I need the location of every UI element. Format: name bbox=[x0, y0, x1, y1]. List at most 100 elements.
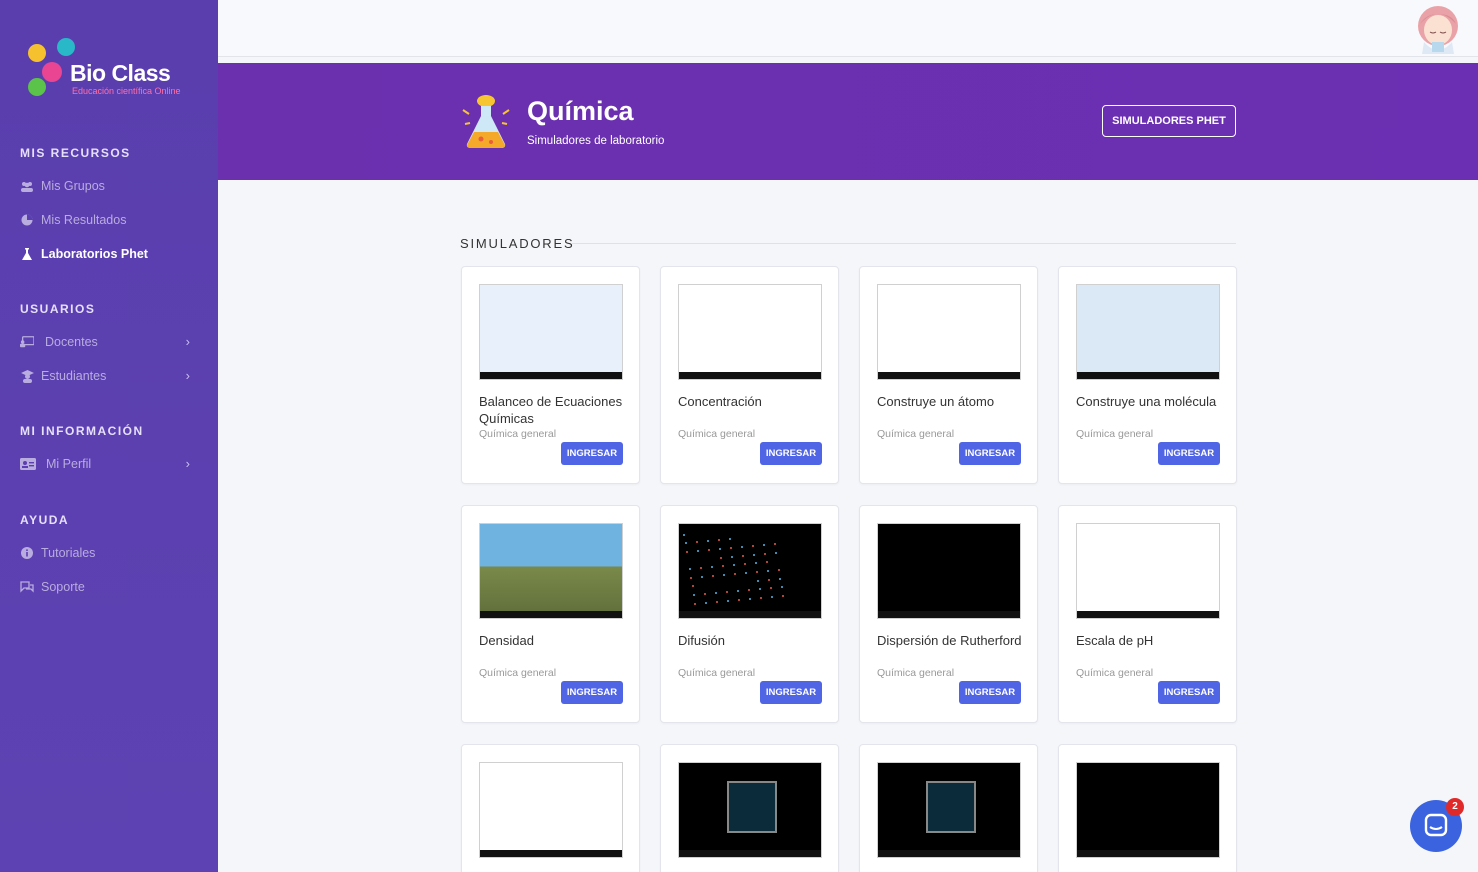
sidebar-item-mi-perfil[interactable]: Mi Perfil › bbox=[20, 453, 200, 475]
particle bbox=[696, 541, 698, 543]
particle bbox=[719, 548, 721, 550]
page-title: Química bbox=[527, 96, 634, 126]
simulator-thumbnail[interactable] bbox=[479, 284, 623, 380]
pie-chart-icon bbox=[20, 213, 34, 227]
simulator-card bbox=[1058, 744, 1237, 872]
thumbnail-toolbar bbox=[679, 372, 821, 379]
sidebar-item-label: Estudiantes bbox=[41, 369, 107, 383]
particle bbox=[683, 534, 685, 536]
section-divider bbox=[572, 243, 1236, 244]
simulator-thumbnail[interactable] bbox=[479, 523, 623, 619]
sidebar-item-estudiantes[interactable]: Estudiantes › bbox=[20, 365, 200, 387]
particle bbox=[779, 578, 781, 580]
simulator-thumbnail[interactable] bbox=[678, 284, 822, 380]
particle bbox=[756, 571, 758, 573]
particle bbox=[729, 538, 731, 540]
particle bbox=[693, 594, 695, 596]
ingresar-button[interactable]: INGRESAR bbox=[1158, 681, 1220, 704]
particle bbox=[768, 579, 770, 581]
particle bbox=[723, 574, 725, 576]
sidebar-item-soporte[interactable]: Soporte bbox=[20, 576, 200, 598]
particle bbox=[744, 563, 746, 565]
particle bbox=[738, 599, 740, 601]
particle bbox=[781, 586, 783, 588]
simulator-thumbnail[interactable] bbox=[877, 523, 1021, 619]
chat-unread-badge: 2 bbox=[1446, 798, 1464, 816]
simulator-title: Difusión bbox=[678, 633, 725, 648]
page-subtitle: Simuladores de laboratorio bbox=[527, 135, 665, 147]
ingresar-button[interactable]: INGRESAR bbox=[959, 442, 1021, 465]
particle bbox=[741, 546, 743, 548]
logo-dot-teal bbox=[57, 38, 75, 56]
simulator-card: Dispersión de Rutherford Química general I… bbox=[859, 505, 1038, 723]
sidebar-item-docentes[interactable]: Docentes › bbox=[20, 331, 200, 353]
thumbnail-toolbar bbox=[679, 611, 821, 618]
simulator-category: Química general bbox=[678, 428, 756, 440]
sidebar: Bio Class Educación científica Online MI… bbox=[0, 0, 218, 872]
ingresar-button[interactable]: INGRESAR bbox=[561, 442, 623, 465]
simulator-thumbnail[interactable] bbox=[1076, 762, 1220, 858]
simulator-title: Dispersión de Rutherford bbox=[877, 633, 1022, 648]
simulator-card bbox=[859, 744, 1038, 872]
container-vessel bbox=[926, 781, 976, 833]
simulator-thumbnail[interactable] bbox=[479, 762, 623, 858]
particle bbox=[753, 554, 755, 556]
simulator-card: Concentración Química general INGRESAR bbox=[660, 266, 839, 484]
simulator-category: Química general bbox=[479, 667, 557, 679]
section-mi-informacion: MI INFORMACIÓN bbox=[20, 424, 144, 438]
particle bbox=[690, 577, 692, 579]
particle bbox=[692, 585, 694, 587]
ingresar-button[interactable]: INGRESAR bbox=[959, 681, 1021, 704]
container-vessel bbox=[727, 781, 777, 833]
simulator-card: Difusión Química general INGRESAR bbox=[660, 505, 839, 723]
particle bbox=[700, 567, 702, 569]
simulator-title: Construye un átomo bbox=[877, 394, 995, 409]
particle bbox=[726, 591, 728, 593]
simulator-card: Escala de pH Química general INGRESAR bbox=[1058, 505, 1237, 723]
simulator-title: Concentración bbox=[678, 394, 762, 409]
simulator-thumbnail[interactable] bbox=[678, 762, 822, 858]
section-ayuda: AYUDA bbox=[20, 513, 70, 527]
thumbnail-toolbar bbox=[480, 372, 622, 379]
thumbnail-toolbar bbox=[1077, 611, 1219, 618]
simulator-title: Escala de pH bbox=[1076, 633, 1154, 648]
thumbnail-toolbar bbox=[1077, 372, 1219, 379]
ingresar-button[interactable]: INGRESAR bbox=[1158, 442, 1220, 465]
sidebar-item-label: Docentes bbox=[45, 335, 98, 349]
chalkboard-icon bbox=[20, 335, 34, 349]
particle bbox=[770, 587, 772, 589]
simulator-thumbnail[interactable] bbox=[1076, 523, 1220, 619]
simulator-thumbnail[interactable] bbox=[877, 762, 1021, 858]
sidebar-item-laboratorios-phet[interactable]: Laboratorios Phet bbox=[20, 243, 200, 265]
particle bbox=[730, 547, 732, 549]
sidebar-item-tutoriales[interactable]: Tutoriales bbox=[20, 542, 200, 564]
particle bbox=[694, 603, 696, 605]
ingresar-button[interactable]: INGRESAR bbox=[561, 681, 623, 704]
sidebar-item-mis-resultados[interactable]: Mis Resultados bbox=[20, 209, 200, 231]
particle bbox=[716, 601, 718, 603]
ingresar-button[interactable]: INGRESAR bbox=[760, 681, 822, 704]
sidebar-item-mis-grupos[interactable]: Mis Grupos bbox=[20, 175, 200, 197]
sidebar-item-label: Laboratorios Phet bbox=[41, 247, 148, 261]
simulator-title: Balanceo de Ecuaciones Químicas bbox=[479, 394, 623, 426]
simulator-category: Química general bbox=[678, 667, 756, 679]
particle bbox=[771, 596, 773, 598]
particle bbox=[775, 552, 777, 554]
simuladores-phet-button[interactable]: SIMULADORES PHET bbox=[1102, 105, 1236, 137]
logo-dot-green bbox=[28, 78, 46, 96]
particle bbox=[755, 562, 757, 564]
simulator-thumbnail[interactable] bbox=[877, 284, 1021, 380]
chevron-right-icon: › bbox=[185, 456, 190, 471]
bioclass-logo[interactable]: Bio Class Educación científica Online bbox=[26, 38, 196, 100]
simulator-thumbnail[interactable] bbox=[678, 523, 822, 619]
simulator-thumbnail[interactable] bbox=[1076, 284, 1220, 380]
simulator-title: Densidad bbox=[479, 633, 534, 648]
ingresar-button[interactable]: INGRESAR bbox=[760, 442, 822, 465]
simulator-category: Química general bbox=[877, 428, 955, 440]
thumbnail-toolbar bbox=[1077, 850, 1219, 857]
particle bbox=[697, 550, 699, 552]
particle bbox=[685, 542, 687, 544]
user-avatar[interactable] bbox=[1412, 2, 1464, 54]
particle bbox=[711, 566, 713, 568]
particle bbox=[763, 544, 765, 546]
